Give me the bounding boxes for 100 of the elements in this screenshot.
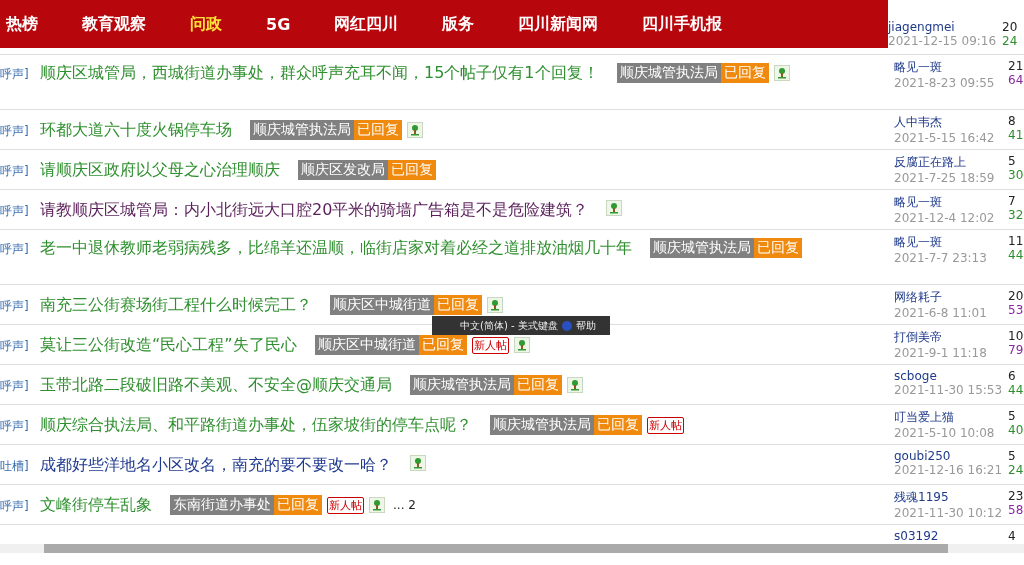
category-link[interactable]: 呼声] bbox=[0, 418, 40, 435]
nav-tab[interactable]: 四川新闻网 bbox=[518, 13, 599, 35]
department-tag: 顺庆区发改局 bbox=[298, 160, 388, 180]
reply-count: 20 bbox=[1008, 289, 1024, 303]
view-count: 79 bbox=[1008, 343, 1024, 357]
category-link[interactable]: 呼声] bbox=[0, 203, 40, 220]
replied-tag: 已回复 bbox=[418, 335, 467, 355]
thread-title[interactable]: 顺庆区城管局，西城街道办事处，群众呼声充耳不闻，15个帖子仅有1个回复！ bbox=[40, 63, 599, 84]
nav-tab[interactable]: 网红四川 bbox=[334, 13, 399, 35]
reply-count: 11 bbox=[1008, 234, 1024, 248]
image-icon bbox=[513, 337, 530, 353]
thread-title[interactable]: 老一中退休教师老弱病残多，比绵羊还温顺，临街店家对着必经之道排放油烟几十年 bbox=[40, 238, 632, 259]
category-link[interactable]: 呼声] bbox=[0, 498, 40, 515]
thread-title[interactable]: 文峰街停车乱象 bbox=[40, 495, 152, 516]
new-user-badge: 新人帖 bbox=[471, 336, 509, 354]
new-user-badge: 新人帖 bbox=[327, 496, 364, 514]
thread-title[interactable]: 成都好些洋地名小区改名，南充的要不要改一哈？ bbox=[40, 455, 392, 476]
view-count: 64 bbox=[1008, 73, 1024, 87]
nav-tab[interactable]: 教育观察 bbox=[82, 13, 146, 35]
replied-tag: 已回复 bbox=[388, 160, 436, 180]
department-tag: 顺庆区中城街道 bbox=[330, 295, 434, 315]
author-link[interactable]: 略见一斑 bbox=[894, 234, 1008, 251]
thread-title[interactable]: 南充三公街赛场街工程什么时候完工？ bbox=[40, 295, 312, 316]
post-date: 2021-7-25 18:59 bbox=[894, 171, 996, 185]
reply-count: 6 bbox=[1008, 369, 1017, 383]
post-date: 2021-5-15 16:42 bbox=[894, 131, 996, 145]
category-link[interactable]: 呼声] bbox=[0, 123, 40, 140]
image-icon bbox=[410, 455, 426, 471]
author-link[interactable]: 反腐正在路上 bbox=[894, 154, 1008, 171]
author-link[interactable]: jiagengmei bbox=[888, 20, 1002, 34]
replied-tag: 已回复 bbox=[594, 415, 642, 435]
category-link[interactable]: 吐槽] bbox=[0, 458, 40, 475]
reply-count: 21 bbox=[1008, 59, 1024, 73]
reply-count: 10 bbox=[1008, 329, 1024, 343]
post-date: 2021-12-16 16:21 bbox=[894, 463, 1004, 477]
thread-title[interactable]: 环都大道六十度火锅停车场 bbox=[40, 120, 232, 141]
replied-tag: 已回复 bbox=[514, 375, 562, 395]
view-count: 53 bbox=[1008, 303, 1024, 317]
thread-title[interactable]: 玉带北路二段破旧路不美观、不安全@顺庆交通局 bbox=[40, 375, 392, 396]
post-date: 2021-11-30 10:12 bbox=[894, 506, 1004, 520]
nav-tab[interactable]: 问政 bbox=[190, 13, 222, 35]
department-tag: 顺庆城管执法局 bbox=[490, 415, 594, 435]
author-link[interactable]: goubi250 bbox=[894, 449, 1008, 463]
author-link[interactable]: 人中韦杰 bbox=[894, 114, 1008, 131]
reply-count: 5 bbox=[1008, 409, 1017, 423]
image-icon bbox=[407, 122, 423, 138]
reply-count: 5 bbox=[1008, 449, 1017, 463]
image-icon bbox=[369, 497, 385, 513]
reply-count: 5 bbox=[1008, 154, 1017, 168]
author-link[interactable]: scboge bbox=[894, 369, 1008, 383]
thread-title[interactable]: 顺庆综合执法局、和平路街道办事处，伍家坡街的停车点呢？ bbox=[40, 415, 472, 436]
new-user-badge: 新人帖 bbox=[647, 416, 684, 434]
view-count: 58 bbox=[1008, 503, 1024, 517]
reply-count: 23 bbox=[1008, 489, 1024, 503]
horizontal-scrollbar[interactable] bbox=[0, 544, 1024, 553]
author-link[interactable]: 叮当爱上猫 bbox=[894, 409, 1008, 426]
replied-tag: 已回复 bbox=[754, 238, 802, 258]
replied-tag: 已回复 bbox=[434, 295, 482, 315]
help-icon bbox=[561, 320, 572, 331]
view-count: 30 bbox=[1008, 168, 1024, 182]
replied-tag: 已回复 bbox=[274, 495, 322, 515]
author-link[interactable]: 略见一斑 bbox=[894, 59, 1008, 76]
department-tag: 顺庆城管执法局 bbox=[650, 238, 754, 258]
nav-tab[interactable]: 版务 bbox=[442, 13, 475, 35]
image-icon bbox=[606, 200, 623, 216]
author-link[interactable]: 打倒美帝 bbox=[894, 329, 1008, 346]
category-link[interactable]: 呼声] bbox=[0, 338, 40, 355]
reply-count: 20 bbox=[1002, 20, 1018, 34]
department-tag: 顺庆城管执法局 bbox=[410, 375, 514, 395]
category-link[interactable]: 呼声] bbox=[0, 241, 40, 258]
author-link[interactable]: s03192 bbox=[894, 529, 1008, 543]
author-link[interactable]: 略见一斑 bbox=[894, 194, 1008, 211]
input-method-label[interactable]: 中文(简体) - 美式键盘 bbox=[460, 318, 558, 333]
thread-title[interactable]: 请教顺庆区城管局：内小北街远大口腔20平米的骑墙广告箱是不是危险建筑？ bbox=[40, 200, 589, 221]
category-link[interactable]: 呼声] bbox=[0, 66, 40, 83]
author-link[interactable]: 网络耗子 bbox=[894, 289, 1008, 306]
author-link[interactable]: 残魂1195 bbox=[894, 489, 1008, 506]
post-date: 2021-11-30 15:53 bbox=[894, 383, 1004, 397]
thread-title[interactable]: 请顺庆区政府以父母之心治理顺庆 bbox=[40, 160, 280, 181]
view-count: 44 bbox=[1008, 248, 1024, 262]
nav-tab[interactable]: 四川手机报 bbox=[642, 13, 723, 35]
thread-title[interactable]: 莫让三公街改造“民心工程”失了民心 bbox=[40, 335, 297, 356]
reply-count: 8 bbox=[1008, 114, 1017, 128]
nav-tab[interactable]: 热榜 bbox=[6, 13, 38, 35]
category-link[interactable]: 呼声] bbox=[0, 163, 40, 180]
replied-tag: 已回复 bbox=[720, 63, 769, 83]
page-link[interactable]: ... 2 bbox=[393, 498, 416, 512]
department-tag: 顺庆城管执法局 bbox=[250, 120, 354, 140]
image-icon bbox=[773, 65, 790, 81]
department-tag: 顺庆城管执法局 bbox=[616, 63, 721, 83]
category-link[interactable]: 呼声] bbox=[0, 378, 40, 395]
view-count: 24 bbox=[1002, 34, 1018, 48]
post-date: 2021-9-1 11:18 bbox=[894, 346, 988, 360]
post-date: 2021-12-15 09:16 bbox=[888, 34, 998, 48]
help-link[interactable]: 帮助 bbox=[575, 318, 596, 333]
post-date: 2021-8-23 09:55 bbox=[894, 76, 996, 90]
image-icon bbox=[487, 297, 503, 313]
view-count: 40 bbox=[1008, 423, 1024, 437]
nav-tab[interactable]: 5G bbox=[266, 14, 291, 34]
category-link[interactable]: 呼声] bbox=[0, 298, 40, 315]
